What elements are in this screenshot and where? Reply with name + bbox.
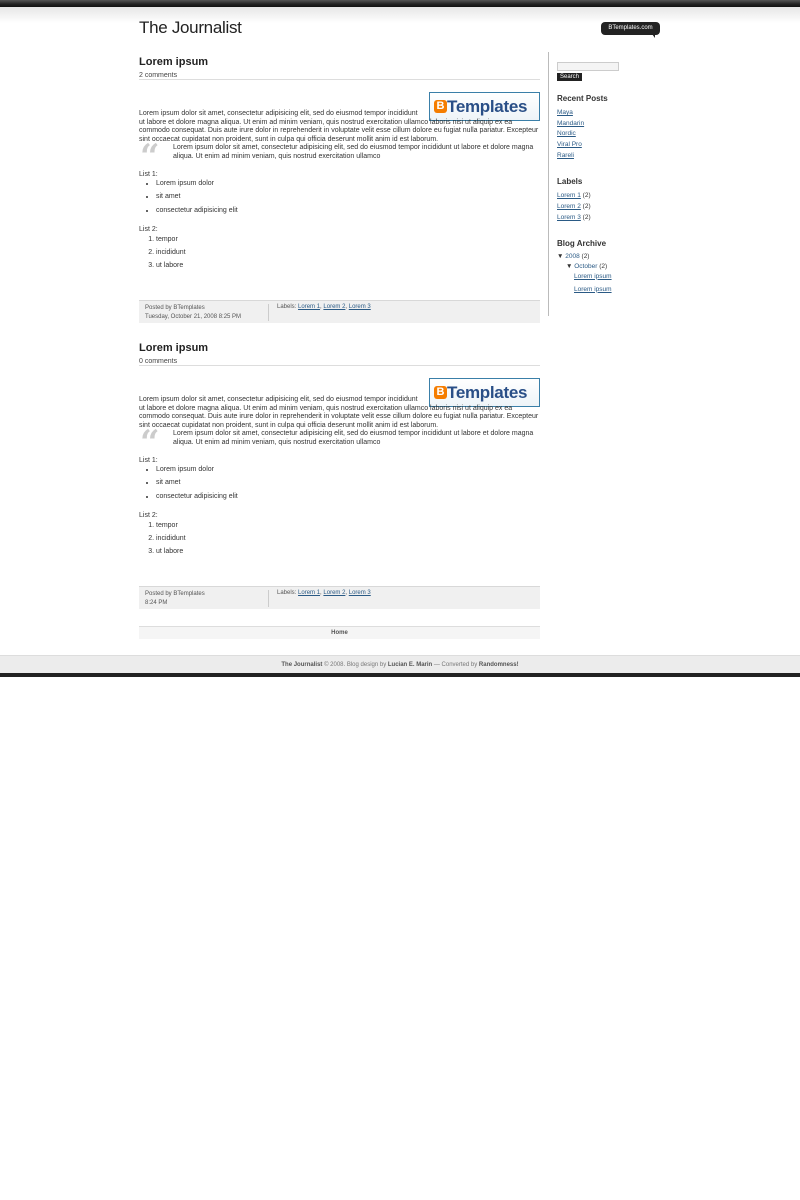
archive-year-count: (2) xyxy=(581,252,590,260)
btemplates-badge[interactable]: BTemplates.com xyxy=(601,22,660,38)
post-date[interactable]: Tuesday, October 21, 2008 8:25 PM xyxy=(145,313,241,322)
recent-posts-title: Recent Posts xyxy=(557,94,608,103)
list-item: consectetur adipisicing elit xyxy=(156,493,540,506)
list-item: sit amet xyxy=(156,193,540,206)
bullet-list: Lorem ipsum dolor sit amet consectetur a… xyxy=(139,180,540,220)
label-count: (2) xyxy=(582,213,591,221)
comments-link[interactable]: 0 comments xyxy=(139,358,182,365)
label-link[interactable]: Lorem 2 xyxy=(557,203,581,210)
archive-month-count: (2) xyxy=(599,262,608,270)
posted-by: Posted by BTemplates xyxy=(145,591,205,597)
top-bar xyxy=(0,0,800,7)
list-item: incididunt xyxy=(156,535,540,548)
search-button[interactable]: Search xyxy=(557,73,583,81)
recent-post-link[interactable]: Rareli xyxy=(557,152,574,159)
label-link[interactable]: Lorem 3 xyxy=(349,590,371,596)
bottom-bar xyxy=(0,673,800,677)
search-input[interactable] xyxy=(557,62,619,71)
archive-post-link[interactable]: Lorem ipsum xyxy=(574,273,612,280)
list-item: Lorem ipsum dolor xyxy=(156,466,540,479)
site-title[interactable]: The Journalist xyxy=(139,18,242,38)
label-link[interactable]: Lorem 1 xyxy=(557,192,581,199)
list-item: tempor xyxy=(156,236,540,249)
main-column: Lorem ipsum 2 comments B Templates Lorem … xyxy=(139,52,540,624)
post-paragraph: Lorem ipsum dolor sit amet, consectetur … xyxy=(139,110,539,143)
divider xyxy=(268,304,269,321)
blockquote: “Lorem ipsum dolor sit amet, consectetur… xyxy=(139,140,540,174)
post-body: Lorem ipsum dolor sit amet, consectetur … xyxy=(139,396,540,562)
collapse-triangle-icon[interactable]: ▼ xyxy=(557,253,563,260)
home-link[interactable]: Home xyxy=(139,626,540,639)
title-divider xyxy=(139,365,540,366)
labels-prefix: Labels: xyxy=(277,590,297,596)
recent-post-link[interactable]: Nordic xyxy=(557,130,576,137)
list-item: sit amet xyxy=(156,479,540,492)
list2-title: List 2: xyxy=(139,226,158,234)
top-gradient xyxy=(0,7,800,23)
post-title[interactable]: Lorem ipsum xyxy=(139,342,208,354)
blog-post: Lorem ipsum 0 comments B Templates Lorem … xyxy=(139,338,540,624)
numbered-list: tempor incididunt ut labore xyxy=(139,522,540,562)
list1-title: List 1: xyxy=(139,170,158,178)
label-link[interactable]: Lorem 3 xyxy=(557,214,581,221)
labels-title: Labels xyxy=(557,177,583,187)
quote-mark-icon: “ xyxy=(140,423,160,464)
label-count: (2) xyxy=(582,203,591,211)
footer-text: — Converted by xyxy=(432,662,479,668)
archive-month-link[interactable]: October xyxy=(574,263,597,270)
quote-text: Lorem ipsum dolor sit amet, consectetur … xyxy=(173,144,534,160)
recent-post-link[interactable]: Mandarin xyxy=(557,120,584,127)
blog-archive-title: Blog Archive xyxy=(557,238,607,248)
quote-mark-icon: “ xyxy=(140,137,160,178)
title-divider xyxy=(139,79,540,80)
label-link[interactable]: Lorem 1 xyxy=(298,304,320,310)
archive-post-link[interactable]: Lorem ipsum xyxy=(574,286,612,293)
designer-link[interactable]: Lucian E. Marin xyxy=(388,662,432,668)
comments-link[interactable]: 2 comments xyxy=(139,72,182,79)
numbered-list: tempor incididunt ut labore xyxy=(139,236,540,276)
posted-by: Posted by BTemplates xyxy=(145,305,205,311)
bullet-list: Lorem ipsum dolor sit amet consectetur a… xyxy=(139,466,540,506)
list2-title: List 2: xyxy=(139,512,158,520)
blockquote: “Lorem ipsum dolor sit amet, consectetur… xyxy=(139,426,540,460)
list-item: Lorem ipsum dolor xyxy=(156,180,540,193)
list-item: ut labore xyxy=(156,262,540,275)
post-paragraph: Lorem ipsum dolor sit amet, consectetur … xyxy=(139,396,539,429)
list1-title: List 1: xyxy=(139,456,158,464)
blog-post: Lorem ipsum 2 comments B Templates Lorem … xyxy=(139,52,540,338)
label-count: (2) xyxy=(582,192,591,200)
label-link[interactable]: Lorem 3 xyxy=(349,304,371,310)
label-link[interactable]: Lorem 2 xyxy=(323,304,345,310)
quote-text: Lorem ipsum dolor sit amet, consectetur … xyxy=(173,430,534,446)
post-footer: Posted by BTemplates 8:24 PM Labels: Lore… xyxy=(139,586,540,609)
archive-year-link[interactable]: 2008 xyxy=(565,253,579,260)
list-item: tempor xyxy=(156,522,540,535)
list-item: incididunt xyxy=(156,249,540,262)
list-item: ut labore xyxy=(156,548,540,561)
list-item: consectetur adipisicing elit xyxy=(156,207,540,220)
labels-prefix: Labels: xyxy=(277,304,297,310)
footer: The Journalist © 2008. Blog design by Lu… xyxy=(0,655,800,673)
post-title[interactable]: Lorem ipsum xyxy=(139,56,208,68)
post-footer: Posted by BTemplates Tuesday, October 21,… xyxy=(139,300,540,323)
converter-link[interactable]: Randomness! xyxy=(479,662,519,668)
post-body: Lorem ipsum dolor sit amet, consectetur … xyxy=(139,110,540,276)
recent-post-link[interactable]: Viral Pro xyxy=(557,141,582,148)
divider xyxy=(268,590,269,607)
sidebar-divider xyxy=(548,52,549,316)
recent-post-link[interactable]: Maya xyxy=(557,109,573,116)
label-link[interactable]: Lorem 2 xyxy=(323,590,345,596)
post-date[interactable]: 8:24 PM xyxy=(145,599,205,608)
footer-site-name[interactable]: The Journalist xyxy=(281,662,322,668)
label-link[interactable]: Lorem 1 xyxy=(298,590,320,596)
sidebar: Search Recent Posts Maya Mandarin Nordic… xyxy=(557,62,657,299)
collapse-triangle-icon[interactable]: ▼ xyxy=(566,263,572,270)
footer-text: © 2008. Blog design by xyxy=(322,662,388,668)
